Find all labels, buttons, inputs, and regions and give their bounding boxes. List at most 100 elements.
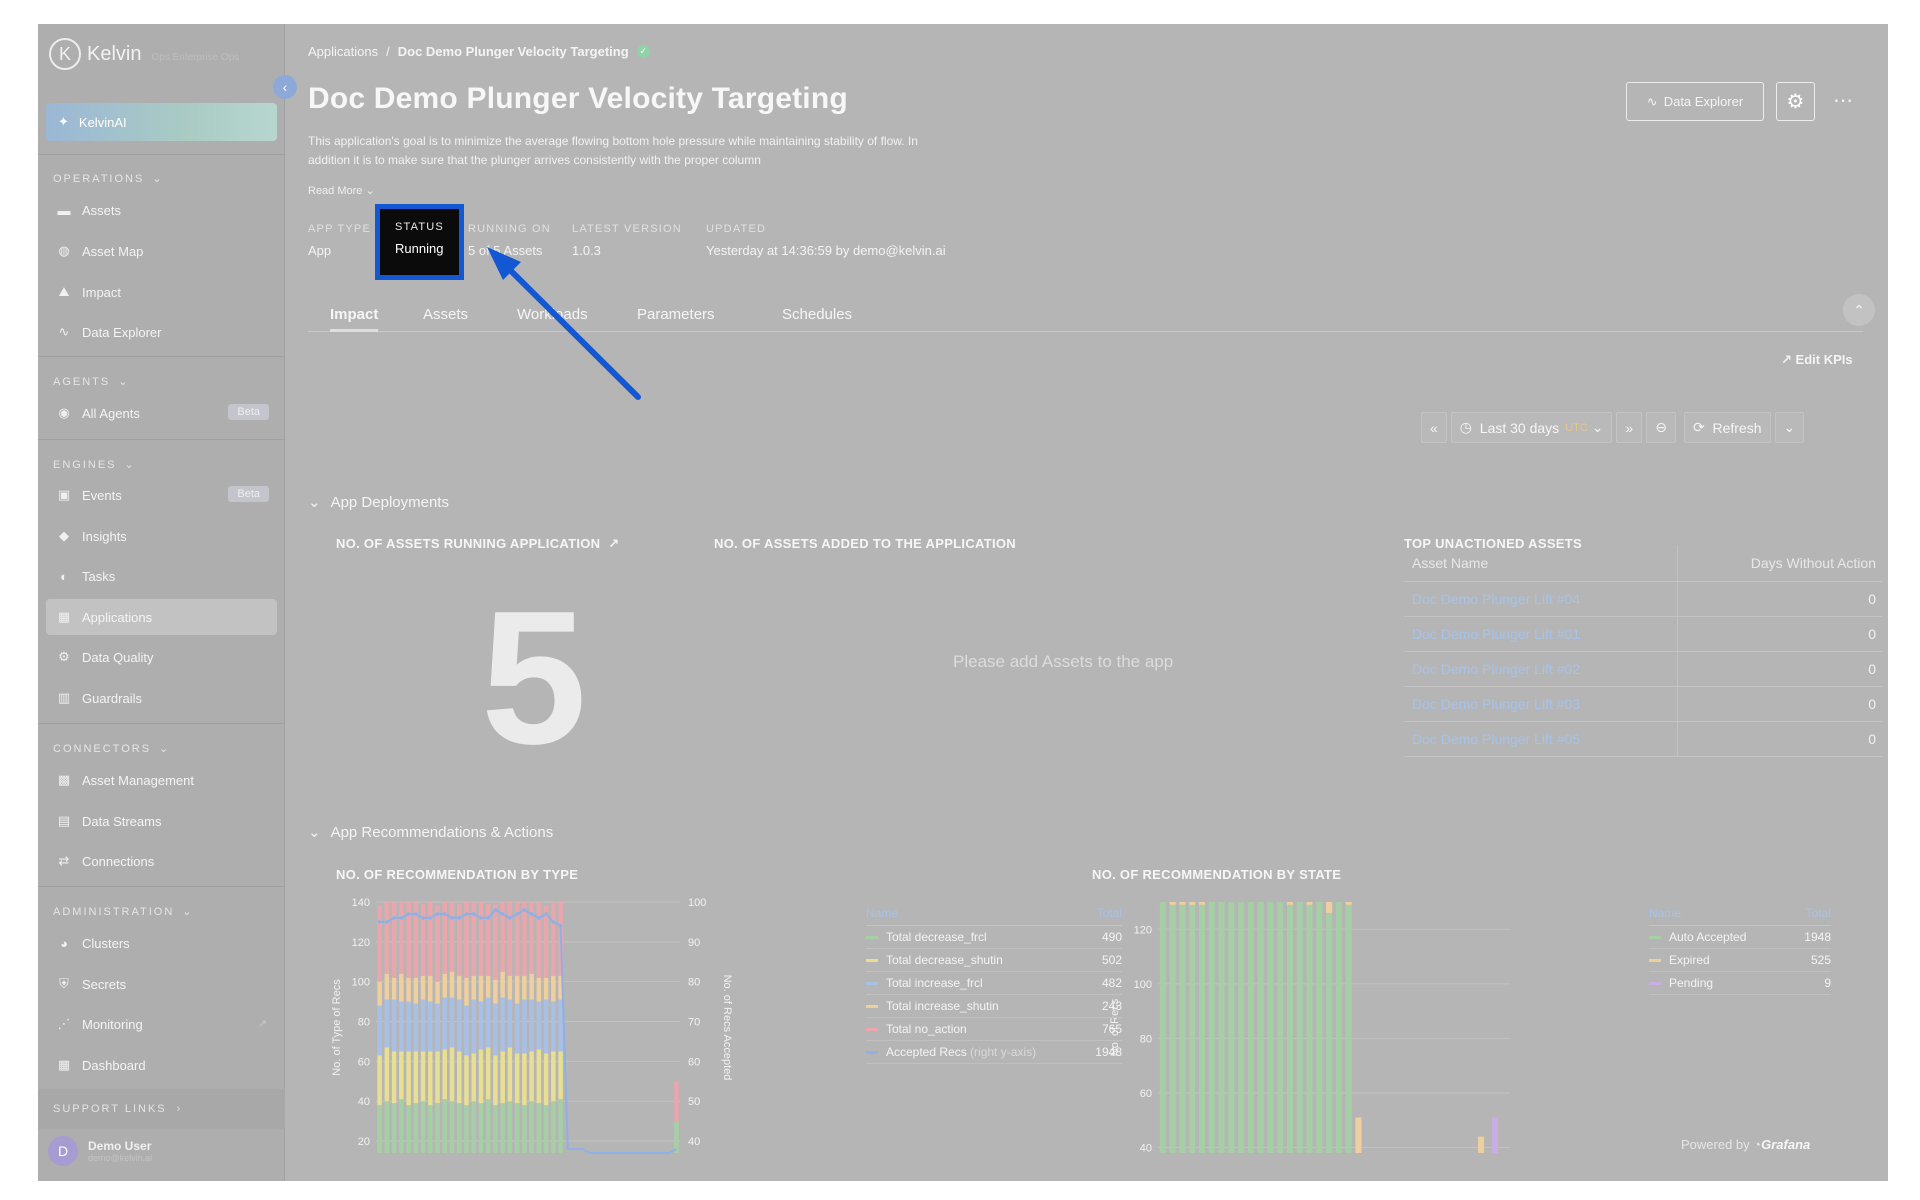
legend-by-state: Name Total Auto Accepted 1948 Expired 525 Pen… [1649, 906, 1831, 995]
sidebar-item-asset-map[interactable]: ◍ Asset Map [46, 233, 277, 269]
sidebar-item-impact[interactable]: ⛰ Impact [46, 274, 277, 310]
legend-item[interactable]: Pending 9 [1649, 972, 1831, 995]
sidebar-item-secrets[interactable]: ⛨ Secrets [46, 966, 277, 1002]
meta-value[interactable]: 5 of 5 Assets [468, 243, 551, 258]
sidebar-item-events[interactable]: ▣ Events Beta [46, 477, 277, 513]
bar-segment [558, 999, 563, 1052]
tab-schedules[interactable]: Schedules [782, 306, 852, 332]
bar-segment [478, 975, 484, 1002]
section-connectors[interactable]: CONNECTORS ⌄ [53, 742, 170, 756]
legend-header-total[interactable]: Total [1097, 906, 1122, 925]
legend-name: Auto Accepted [1669, 930, 1747, 944]
legend-header-name[interactable]: Name [1649, 906, 1681, 925]
legend-item[interactable]: Total no_action 765 [866, 1018, 1122, 1041]
beta-badge: Beta [228, 486, 269, 502]
bar-segment [399, 1051, 404, 1100]
y-tick-label: 40 [1140, 1143, 1152, 1155]
tab-parameters[interactable]: Parameters [637, 306, 715, 332]
asset-link[interactable]: Doc Demo Plunger Lift #03 [1404, 686, 1679, 722]
legend-item[interactable]: Expired 525 [1649, 949, 1831, 972]
sidebar-item-insights[interactable]: ◆ Insights [46, 518, 277, 554]
sidebar-item-monitoring[interactable]: ⋰ Monitoring ↗ [46, 1006, 277, 1042]
grafana-logo-icon: ◔ [1753, 1137, 1762, 1152]
legend-header-total[interactable]: Total [1806, 906, 1831, 925]
sidebar-collapse-button[interactable]: ‹ [273, 75, 297, 99]
time-range-picker[interactable]: ◷ Last 30 days UTC ⌄ [1450, 412, 1613, 443]
sidebar-item-connections[interactable]: ⇄ Connections [46, 843, 277, 879]
logo[interactable]: K Kelvin Ops Enterprise Ops [49, 38, 239, 70]
bar-segment [435, 1051, 440, 1104]
sidebar-item-applications[interactable]: ▦ Applications [46, 599, 277, 635]
divider [38, 439, 285, 440]
section-agents[interactable]: AGENTS ⌄ [53, 375, 129, 389]
chevrons-right-icon: » [1625, 419, 1634, 436]
zoom-out-button[interactable]: ⊖ [1646, 412, 1676, 443]
bar-segment [514, 975, 520, 1004]
bar-segment [478, 902, 484, 976]
guardrail-icon: ▥ [57, 690, 71, 705]
sidebar-item-clusters[interactable]: ◕ Clusters [46, 925, 277, 961]
kelvin-ai-button[interactable]: ✦ KelvinAI [46, 103, 277, 141]
settings-button[interactable]: ⚙ [1776, 82, 1815, 121]
asset-link[interactable]: Doc Demo Plunger Lift #05 [1404, 721, 1679, 757]
sidebar-item-tasks[interactable]: ◐ Tasks [46, 558, 277, 594]
bar-segment [435, 981, 440, 1004]
legend-item[interactable]: Total decrease_shutin 502 [866, 949, 1122, 972]
sidebar-item-data-quality[interactable]: ⚙ Data Quality [46, 639, 277, 675]
refresh-button[interactable]: ⟳ Refresh [1683, 412, 1771, 443]
support-links[interactable]: SUPPORT LINKS › [38, 1089, 285, 1129]
refresh-label: Refresh [1712, 419, 1762, 436]
meta-label: UPDATED [706, 223, 767, 235]
refresh-interval-dropdown[interactable]: ⌄ [1774, 412, 1805, 443]
asset-link[interactable]: Doc Demo Plunger Lift #02 [1404, 651, 1679, 687]
collapse-header-button[interactable]: ⌃ [1843, 294, 1875, 326]
bar-segment [500, 971, 505, 998]
time-forward-button[interactable]: » [1616, 412, 1643, 443]
legend-item[interactable]: Total increase_frcl 482 [866, 972, 1122, 995]
section-engines[interactable]: ENGINES ⌄ [53, 458, 136, 472]
table-row: Doc Demo Plunger Lift #03 0 [1404, 686, 1882, 722]
accepted-recs-point [544, 912, 548, 916]
impact-icon: ⛰ [58, 284, 70, 299]
sidebar-item-dashboard[interactable]: ▦ Dashboard [46, 1047, 277, 1083]
legend-item[interactable]: Accepted Recs (right y-axis) 1948 [866, 1041, 1122, 1064]
tab-impact[interactable]: Impact [330, 306, 379, 332]
column-header-asset-name[interactable]: Asset Name [1404, 545, 1679, 582]
legend-item[interactable]: Auto Accepted 1948 [1649, 926, 1831, 949]
bar-segment [1218, 902, 1225, 1153]
section-label: AGENTS [53, 375, 111, 388]
legend-header-name[interactable]: Name [866, 906, 898, 925]
page-title: Doc Demo Plunger Velocity Targeting [308, 82, 848, 115]
sidebar-item-asset-management[interactable]: ▩ Asset Management [46, 762, 277, 798]
external-link-icon[interactable]: ↗ [608, 536, 619, 551]
breadcrumb-applications[interactable]: Applications [308, 44, 378, 59]
tab-assets[interactable]: Assets [423, 306, 468, 332]
data-explorer-button[interactable]: ∿ Data Explorer [1626, 82, 1764, 121]
group-recommendations[interactable]: ⌄ App Recommendations & Actions [308, 823, 553, 842]
sidebar-item-assets[interactable]: ▬ Assets [46, 192, 277, 228]
edit-kpis-button[interactable]: ↗ Edit KPIs [1781, 352, 1853, 368]
section-operations[interactable]: OPERATIONS ⌄ [53, 172, 164, 186]
user-profile[interactable]: D Demo User demo@kelvin.ai [48, 1136, 152, 1166]
meta-label: RUNNING ON [468, 223, 551, 235]
bar-segment [406, 1001, 411, 1052]
sidebar-item-data-explorer[interactable]: ∿ Data Explorer [46, 314, 277, 350]
sidebar-item-all-agents[interactable]: ◉ All Agents Beta [46, 395, 277, 431]
more-options-button[interactable]: ⋯ [1833, 88, 1853, 113]
group-app-deployments[interactable]: ⌄ App Deployments [308, 493, 449, 512]
sidebar-item-guardrails[interactable]: ▥ Guardrails [46, 680, 277, 716]
sidebar-item-data-streams[interactable]: ▤ Data Streams [46, 803, 277, 839]
column-header-days[interactable]: Days Without Action [1677, 545, 1882, 582]
days-value: 0 [1677, 686, 1882, 722]
legend-header: Name Total [866, 906, 1122, 926]
legend-item[interactable]: Total decrease_frcl 490 [866, 926, 1122, 949]
read-more-button[interactable]: Read More ⌄ [308, 184, 375, 197]
tab-workloads[interactable]: Workloads [517, 306, 588, 332]
legend-item[interactable]: Total increase_shutin 243 [866, 995, 1122, 1018]
section-administration[interactable]: ADMINISTRATION ⌄ [53, 905, 194, 919]
bar-segment [377, 981, 382, 1006]
bar-segment [493, 1055, 498, 1106]
time-back-button[interactable]: « [1421, 412, 1447, 443]
asset-link[interactable]: Doc Demo Plunger Lift #01 [1404, 616, 1679, 652]
asset-link[interactable]: Doc Demo Plunger Lift #04 [1404, 581, 1679, 617]
